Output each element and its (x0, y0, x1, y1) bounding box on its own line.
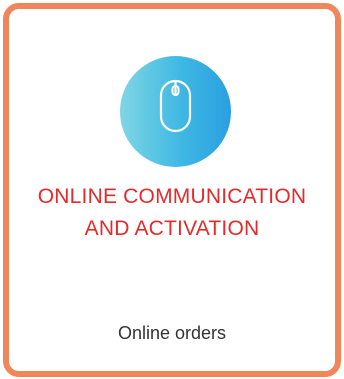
card-title: ONLINE COMMUNICATION AND ACTIVATION (9, 181, 335, 245)
card-subtitle: Online orders (117, 323, 227, 343)
mouse-icon-badge (120, 56, 231, 167)
service-card[interactable]: ONLINE COMMUNICATION AND ACTIVATION Onli… (3, 3, 341, 377)
computer-mouse-icon (159, 79, 192, 133)
card-title-line-2: AND ACTIVATION (84, 217, 260, 240)
card-title-line-1: ONLINE COMMUNICATION (37, 185, 307, 208)
